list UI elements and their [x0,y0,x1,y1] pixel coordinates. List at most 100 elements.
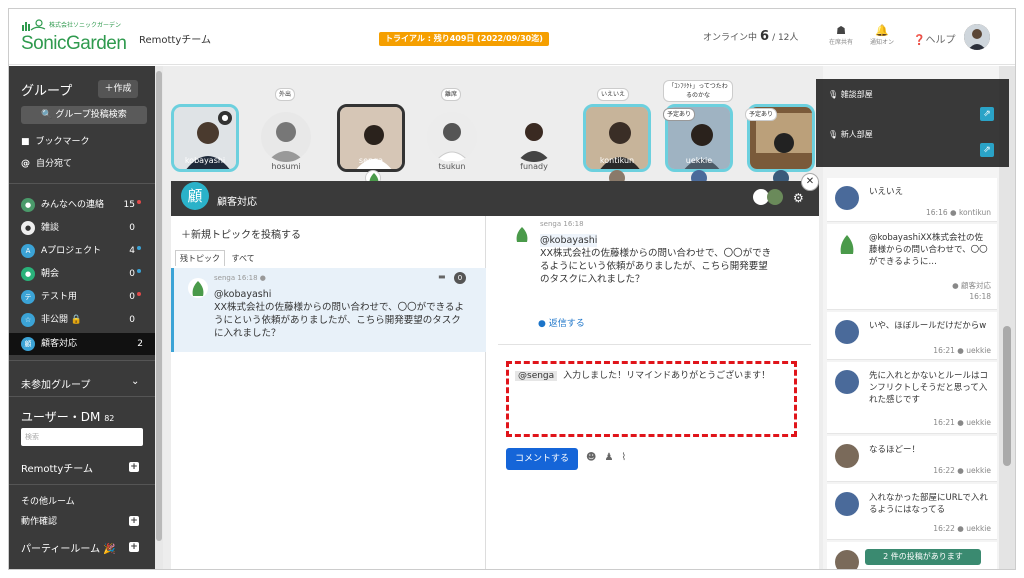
mention-chip: @senga [515,371,558,381]
group-icon: A [21,243,35,258]
avatar [512,224,532,244]
online-status[interactable]: オンライン中 6/ 12人 [703,29,798,44]
dm-search-input[interactable]: 検索 [21,428,143,446]
feed-item[interactable]: いや、ほぼルールだけだからw 16:21 ● uekkie [827,312,997,360]
new-posts-button[interactable]: 2 件の投稿があります [865,549,981,565]
participant-photo [261,112,311,162]
scrollbar-thumb[interactable] [1003,326,1011,466]
emoji-icon[interactable]: ☻ [586,452,604,463]
presence-share-button[interactable]: ☗ 在席共有 [826,24,856,46]
notification-button[interactable]: 🔔 通知オン [867,24,897,46]
video-tile[interactable]: kobayashi ● [171,104,239,172]
group-icon: テ [21,289,35,304]
logo-leaf-icon [22,19,46,31]
avatar[interactable] [261,112,311,162]
feed-item[interactable]: @kobayashiXX株式会社の佐藤様からの問い合わせで、〇〇ができるように…… [827,224,997,310]
avatar[interactable] [427,112,477,162]
sidebar-group-item[interactable]: ● みんなへの連絡 15 [21,197,147,213]
group-search-label: グループ投稿検索 [55,110,127,120]
trial-badge[interactable]: トライアル : 残り409日 (2022/09/30迄) [379,32,549,46]
add-icon[interactable]: + [129,542,139,552]
video-tile[interactable]: senga [337,104,405,172]
notification-label: 通知オン [869,39,894,46]
feed-item[interactable]: 先に入れとかないとルールはコンフリクトしそうだと思って入れた感じです 16:21 … [827,362,997,434]
room-name-label: 雑談部屋 [840,90,873,99]
app-window: 株式会社ソニックガーデン SonicGarden Remottyチーム トライア… [8,8,1016,570]
avatar [835,550,859,569]
add-icon[interactable]: + [129,462,139,472]
post-text: XX株式会社の佐藤様からの問い合わせで、〇〇ができるようにという依頼がありました… [214,302,464,339]
video-tile[interactable]: kontikun [583,104,651,172]
sidebar-group-item[interactable]: A Aプロジェクト 4 [21,243,147,259]
avatar[interactable] [767,189,783,205]
room-badge: 顧 [181,182,209,210]
feed-item[interactable]: 入れなかった部屋にURLで入れるようにはなってる 16:22 ● uekkie [827,484,997,540]
attachment-icon[interactable]: ⌇ [621,452,634,463]
mic-icon: 🎙 [828,130,839,139]
group-search-button[interactable]: 🔍 グループ投稿検索 [21,106,147,124]
sidebar-group-item[interactable]: ☆ 非公開 🔒 0 [21,312,147,328]
team-name[interactable]: Remottyチーム [139,31,211,46]
group-count: 2 [137,339,143,349]
sidebar-title: グループ [21,84,73,99]
mention-user-icon[interactable]: ♟ [604,452,621,463]
participant-name: tsukun [438,162,466,171]
divider [498,344,811,345]
party-room-label: パーティールーム [21,544,101,555]
sidebar-group-item-active[interactable]: 顧顧客対応 2 [9,333,155,355]
send-comment-button[interactable]: コメントする [506,448,578,470]
sidebar-scrollbar[interactable] [155,66,163,569]
room-item-test[interactable]: 動作確認 [21,514,57,527]
comment-input[interactable]: @senga 入力しました！リマインドありがとうございます！ [506,361,797,437]
sidebar-group-item[interactable]: テテスト用 0 [21,289,147,305]
tab-remaining[interactable]: 残トピック [175,250,225,266]
create-group-button[interactable]: ＋作成 [98,80,138,98]
feed-meta: 16:22 ● uekkie [933,524,991,533]
avatar[interactable] [509,112,559,162]
group-label: みんなへの連絡 [41,200,105,210]
mention[interactable]: @kobayashi [540,234,598,247]
logo-subtitle: 株式会社ソニックガーデン [49,22,122,29]
mic-icon: 🎙 [828,90,839,99]
sidebar: グループ ＋作成 🔍 グループ投稿検索 ■ ブックマーク @ 自分宛て ● みんなへの… [9,66,155,569]
reply-button[interactable]: ● 返信する [538,316,585,329]
archive-icon[interactable]: ▬ [438,272,446,281]
feed-item[interactable]: いえいえ 16:16 ● kontikun [827,178,997,222]
sidebar-item-bookmark[interactable]: ■ ブックマーク [21,134,147,150]
status-bubble: いえいえ [597,88,630,101]
gear-icon[interactable]: ⚙ [793,191,804,205]
unjoined-groups-toggle[interactable]: 未参加グループ [21,376,90,391]
feed-meta: 16:21 ● uekkie [933,346,991,355]
tab-all[interactable]: すべて [228,251,259,267]
topic-item[interactable]: senga 16:18 ● ▬ 0 @kobayashi XX株式会社の佐藤様か… [171,268,486,352]
feed-text: なるほどー！ [869,445,921,455]
sidebar-group-item[interactable]: ● 雑談 0 [21,220,147,236]
group-icon: 顧 [21,336,35,351]
feed-item[interactable]: なるほどー！ 16:22 ● uekkie [827,436,997,482]
feed-meta: 16:21 ● uekkie [933,418,991,427]
sonicgarden-logo[interactable]: 株式会社ソニックガーデン SonicGarden [19,17,131,57]
scrollbar-thumb[interactable] [156,71,162,541]
logo-name: SonicGarden [21,33,127,54]
open-room-icon[interactable]: ⇗ [980,107,994,121]
voice-rooms-popup: 🎙 雑談部屋 ⇗ 🎙 新人部屋 ⇗ [816,79,1009,167]
status-tag: 予定あり [745,108,778,121]
online-total: / 12人 [772,33,799,43]
party-icon: 🎉 [103,544,116,555]
online-label: オンライン中 [703,33,758,43]
close-icon[interactable]: ✕ [801,173,819,191]
room-item-party[interactable]: パーティールーム 🎉 [21,540,116,555]
mention[interactable]: @kobayashi [214,288,271,301]
group-count: 15 [123,200,135,210]
chevron-down-icon[interactable]: ⌄ [131,376,139,387]
user-avatar[interactable] [964,24,990,50]
sidebar-group-item[interactable]: ● 朝会 0 [21,266,147,282]
room-title: 顧客対応 [217,197,257,208]
sidebar-item-mentions[interactable]: @ 自分宛て [21,156,147,172]
open-room-icon[interactable]: ⇗ [980,143,994,157]
comment-text: 入力しました！リマインドありがとうございます！ [563,371,771,381]
help-link[interactable]: ❓ヘルプ [913,31,955,46]
add-icon[interactable]: + [129,516,139,526]
new-topic-button[interactable]: ＋新規トピックを投稿する [181,226,301,241]
team-room-label[interactable]: Remottyチーム [21,460,93,475]
